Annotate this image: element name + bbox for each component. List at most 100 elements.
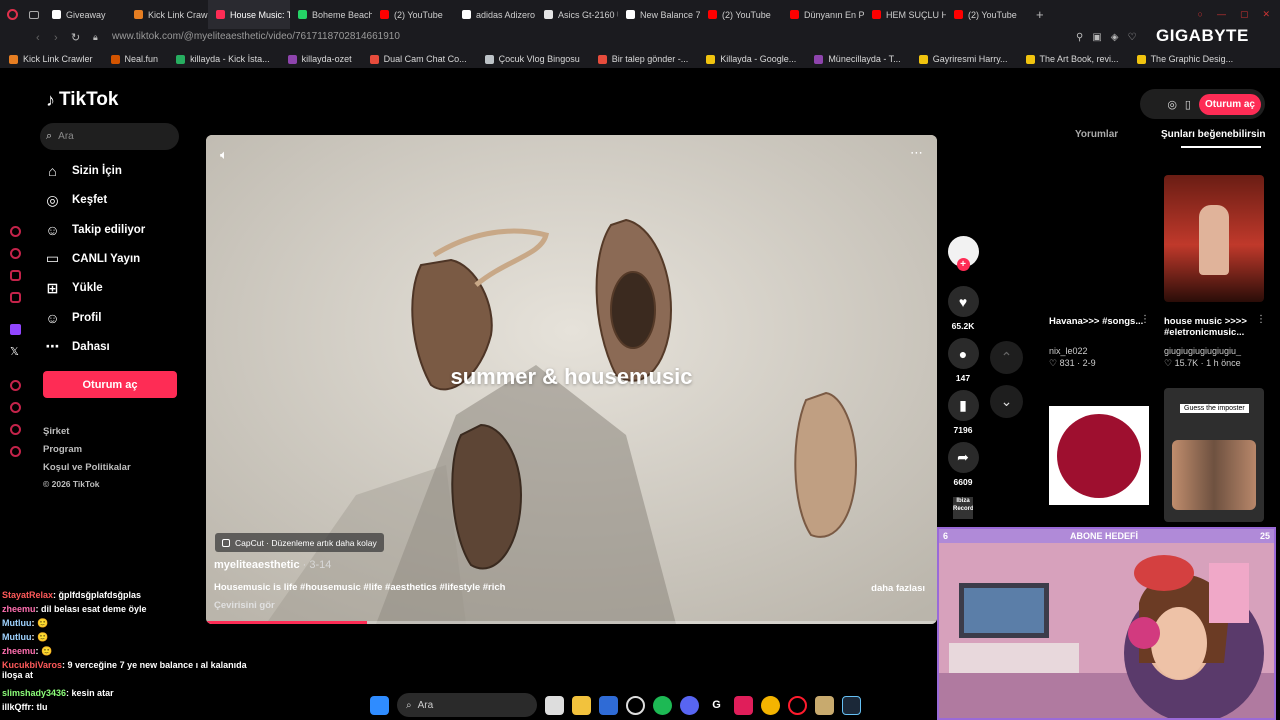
sidebar-app-icon[interactable]: [10, 226, 21, 237]
coin-icon[interactable]: ◎: [1167, 98, 1177, 111]
sidebar-app-icon[interactable]: [10, 380, 21, 391]
steam-icon[interactable]: [842, 695, 861, 715]
nav-item[interactable]: ▭ CANLI Yayın: [45, 248, 140, 270]
suggested-thumbnail[interactable]: [1049, 406, 1149, 505]
bookmark-item[interactable]: killayda - Kick İsta...: [167, 54, 279, 64]
like-button[interactable]: ♥ 65.2K: [947, 286, 979, 331]
bookmark-item[interactable]: The Art Book, revi...: [1017, 54, 1128, 64]
sidebar-app-icon[interactable]: [10, 248, 21, 259]
video-author[interactable]: myeliteaesthetic · 3-14: [214, 559, 331, 571]
card-menu-icon[interactable]: ⋮: [1140, 314, 1150, 325]
sidebar-app-icon[interactable]: [10, 270, 21, 281]
browser-tab[interactable]: House Music: The Rhy: [208, 0, 290, 29]
suggested-card[interactable]: Havana>>> #songs... nix_le022 ♡ 831 · 2-…: [1049, 316, 1153, 369]
browser-tab[interactable]: Giveaway: [44, 0, 126, 29]
bookmark-item[interactable]: killayda-ozet: [279, 54, 361, 64]
bookmark-item[interactable]: Killayda - Google...: [697, 54, 805, 64]
sidebar-app-icon[interactable]: [10, 292, 21, 303]
sidebar-login-button[interactable]: Oturum aç: [43, 371, 177, 398]
video-options-icon[interactable]: ⋯: [910, 145, 923, 161]
footer-link[interactable]: Koşul ve Politikalar: [43, 462, 131, 473]
comment-button[interactable]: ● 147: [947, 338, 979, 383]
bookmark-item[interactable]: The Graphic Desig...: [1128, 54, 1243, 64]
browser-tab[interactable]: HEM SUÇLU HE: [864, 0, 946, 29]
nav-item[interactable]: ⊞ Yükle: [45, 277, 103, 299]
suggested-thumbnail[interactable]: [1164, 175, 1264, 302]
settings-icon[interactable]: [10, 446, 21, 457]
reload-icon[interactable]: ↻: [71, 31, 80, 44]
header-login-button[interactable]: Oturum aç: [1198, 93, 1261, 115]
windows-start-icon[interactable]: [370, 695, 389, 715]
nav-item[interactable]: ☺ Profil: [45, 307, 101, 329]
browser-tab[interactable]: Asics Gt-2160 U: [536, 0, 618, 29]
browser-tab[interactable]: Boheme Beach: [290, 0, 372, 29]
browser-tab[interactable]: (2) YouTube: [946, 0, 1028, 29]
share-button[interactable]: ➦ 6609: [947, 442, 979, 487]
app-icon[interactable]: G: [707, 696, 726, 715]
bookmark-item[interactable]: Kick Link Crawler: [0, 54, 102, 64]
nav-item[interactable]: ⋯ Dahası: [45, 336, 110, 358]
search-input[interactable]: ⌕ Ara: [40, 123, 179, 150]
tab-comments[interactable]: Yorumlar: [1075, 129, 1118, 140]
close-button[interactable]: ✕: [1262, 9, 1270, 20]
back-icon[interactable]: ‹: [36, 32, 40, 44]
app-icon[interactable]: [626, 695, 645, 715]
bookmark-item[interactable]: Neal.fun: [102, 54, 168, 64]
twitch-icon[interactable]: [10, 324, 21, 335]
opera-icon[interactable]: [788, 695, 807, 715]
bookmark-item[interactable]: Gayriresmi Harry...: [910, 54, 1017, 64]
nav-item[interactable]: ◎ Keşfet: [45, 189, 107, 211]
shield-icon[interactable]: ◈: [1111, 32, 1119, 43]
next-video-button[interactable]: ⌄: [990, 385, 1023, 418]
file-explorer-icon[interactable]: [572, 695, 591, 715]
suggested-card[interactable]: house music >>>> #eletronicmusic... giug…: [1164, 316, 1268, 369]
chrome-icon[interactable]: [761, 695, 780, 715]
mail-icon[interactable]: [599, 695, 618, 715]
league-icon[interactable]: [815, 695, 834, 715]
translate-link[interactable]: Çevirisini gör: [214, 600, 275, 611]
tiktok-logo[interactable]: ♪ TikTok: [46, 89, 118, 111]
browser-tab[interactable]: Dünyanın En Pa: [782, 0, 864, 29]
search-tabs-icon[interactable]: ○: [1198, 9, 1203, 20]
discord-icon[interactable]: [680, 695, 699, 715]
card-menu-icon[interactable]: ⋮: [1256, 314, 1266, 325]
nav-item[interactable]: ☺ Takip ediliyor: [45, 219, 145, 241]
author-name[interactable]: myeliteaesthetic: [214, 559, 300, 571]
taskbar-search[interactable]: ⌕ Ara: [397, 693, 537, 717]
suggested-thumbnail[interactable]: Guess the imposter: [1164, 388, 1264, 522]
bookmark-item[interactable]: Çocuk Vlog Bingosu: [476, 54, 589, 64]
task-view-icon[interactable]: [545, 695, 564, 715]
pin-icon[interactable]: ⚲: [1076, 32, 1083, 43]
nav-item[interactable]: ⌂ Sizin İçin: [45, 160, 122, 182]
sidebar-app-icon[interactable]: [10, 424, 21, 435]
browser-tab[interactable]: adidas Adizero: [454, 0, 536, 29]
previous-video-button[interactable]: ⌃: [990, 341, 1023, 374]
footer-link[interactable]: Şirket: [43, 426, 69, 437]
x-twitter-icon[interactable]: 𝕏: [10, 345, 19, 358]
music-disc[interactable]: Ibiza Records: [953, 497, 973, 519]
creator-avatar[interactable]: +: [947, 236, 979, 271]
browser-tab[interactable]: Kick Link Crawl: [126, 0, 208, 29]
spotify-icon[interactable]: [653, 695, 672, 715]
tab-suggested[interactable]: Şunları beğenebilirsin: [1161, 129, 1266, 140]
save-button[interactable]: ▮ 7196: [947, 390, 979, 435]
follow-plus-icon[interactable]: +: [956, 258, 970, 271]
tab-overview-icon[interactable]: [24, 10, 44, 19]
url-field[interactable]: www.tiktok.com/@myeliteaesthetic/video/7…: [112, 31, 400, 42]
more-button[interactable]: daha fazlası: [871, 583, 925, 594]
bookmark-item[interactable]: Bir talep gönder -...: [589, 54, 698, 64]
minimize-button[interactable]: —: [1217, 9, 1226, 20]
video-player[interactable]: 🔈︎ ⋯ summer & housemusic CapCut · Düzenl…: [206, 135, 937, 624]
volume-icon[interactable]: 🔈︎: [220, 147, 228, 163]
bookmark-item[interactable]: Münecillayda - T...: [805, 54, 909, 64]
footer-link[interactable]: Program: [43, 444, 82, 455]
browser-tab[interactable]: (2) YouTube: [372, 0, 454, 29]
video-progress-bar[interactable]: [206, 621, 937, 624]
device-icon[interactable]: ▯: [1185, 98, 1191, 111]
browser-tab[interactable]: New Balance 74: [618, 0, 700, 29]
capcut-badge[interactable]: CapCut · Düzenleme artık daha kolay: [215, 533, 384, 552]
browser-tab[interactable]: (2) YouTube: [700, 0, 782, 29]
maximize-button[interactable]: ▢: [1240, 9, 1249, 20]
snapshot-icon[interactable]: ▣: [1092, 32, 1101, 43]
opera-logo-icon[interactable]: [0, 9, 24, 20]
